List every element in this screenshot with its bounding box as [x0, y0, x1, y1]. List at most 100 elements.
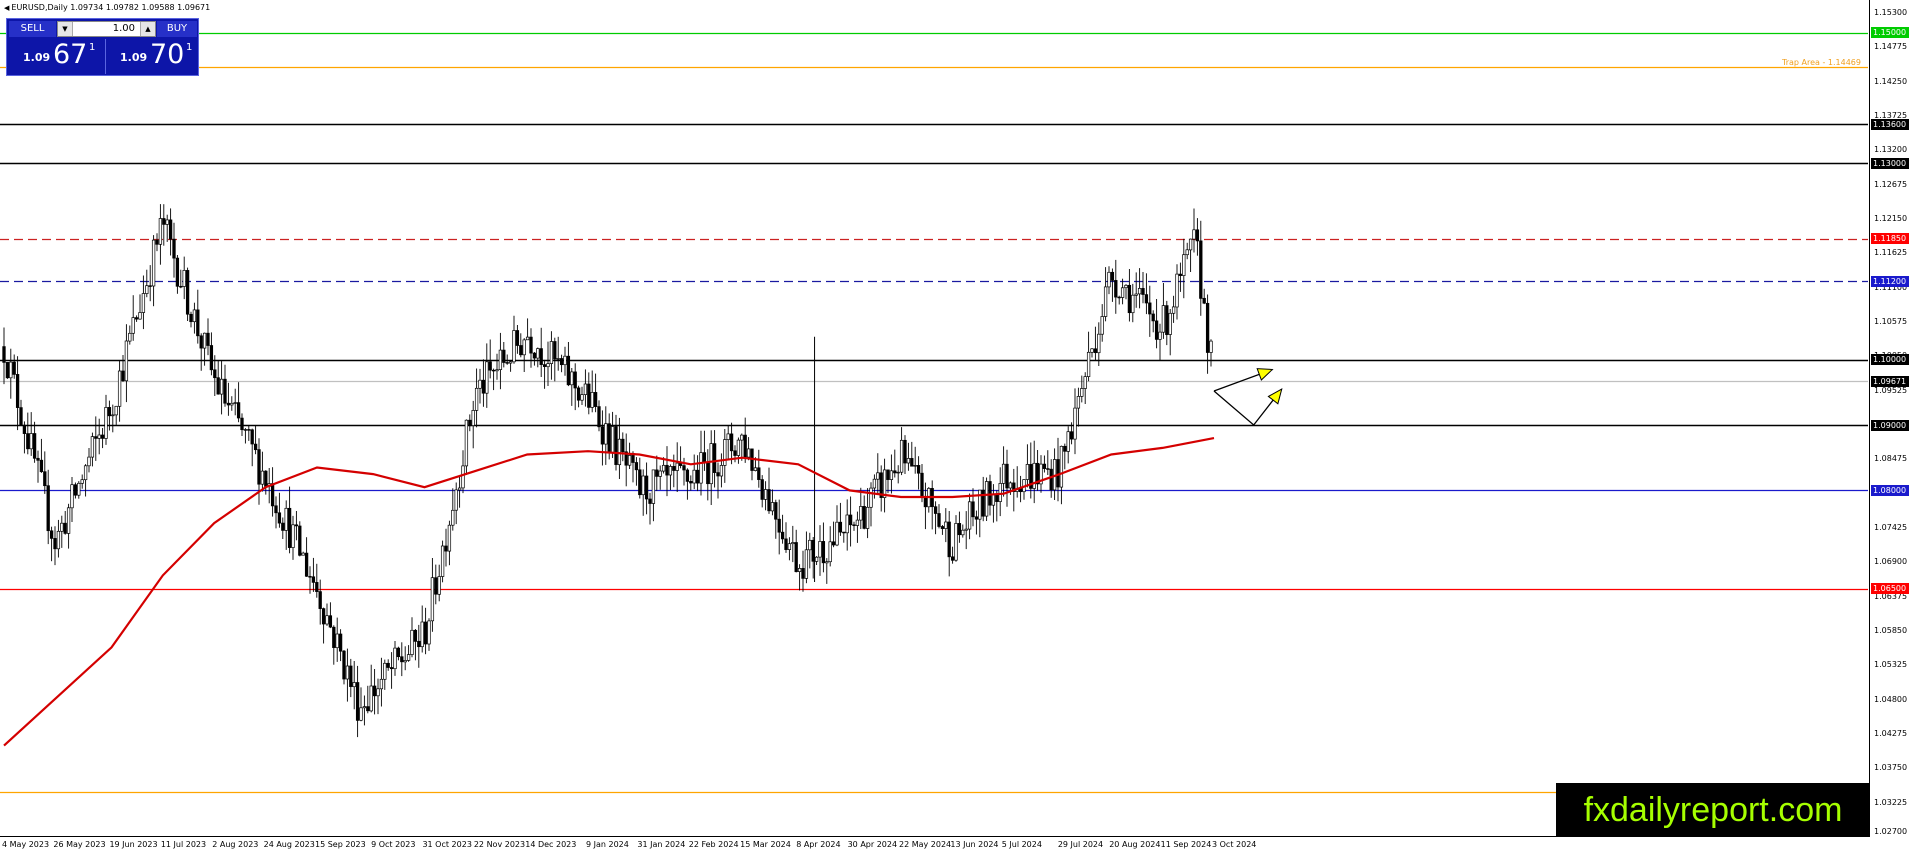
candle [196, 289, 200, 344]
candle [889, 454, 894, 494]
symbol-title: ◀ EURUSD,Daily 1.09734 1.09782 1.09588 1.… [4, 3, 210, 12]
price-tag: 1.09671 [1871, 375, 1909, 387]
candle [1120, 278, 1125, 305]
candle [770, 489, 775, 516]
time-tick-label: 22 May 2024 [898, 840, 952, 849]
candle [440, 540, 445, 583]
candle [1039, 455, 1043, 493]
candle [243, 428, 248, 444]
candle [1151, 310, 1155, 333]
candle [1083, 372, 1087, 404]
candle [655, 455, 659, 491]
candle [1035, 450, 1040, 491]
candle [821, 522, 826, 573]
candle [583, 369, 588, 407]
candle [117, 360, 122, 422]
lot-value[interactable]: 1.00 [74, 22, 139, 36]
candle [148, 265, 152, 302]
candle [260, 451, 265, 492]
time-tick-label: 31 Jan 2024 [637, 840, 686, 849]
candle [1134, 272, 1138, 308]
price-tick-label: 1.09525 [1874, 385, 1908, 395]
sell-button[interactable]: SELL [9, 21, 56, 37]
time-tick-label: 24 Aug 2023 [263, 840, 315, 849]
candle [216, 360, 220, 395]
candle [1076, 387, 1081, 427]
candle [233, 388, 237, 416]
candle [274, 496, 278, 529]
candle [311, 557, 316, 592]
time-axis[interactable]: 4 May 2023 26 May 2023 19 Jun 2023 11 Jul 2… [0, 837, 1870, 854]
price-tick-label: 1.04800 [1874, 694, 1908, 704]
candle [49, 526, 54, 562]
candle [427, 618, 431, 651]
price-tick-label: 1.14250 [1874, 76, 1908, 86]
candle [124, 324, 129, 403]
candle [230, 396, 234, 411]
buy-button[interactable]: BUY [157, 21, 197, 37]
candle [804, 531, 809, 584]
candle [597, 400, 601, 432]
candle [835, 505, 839, 547]
sell-quote[interactable]: 1.09 67 1 [9, 39, 102, 74]
candle [1141, 272, 1145, 304]
time-tick-label: 15 Sep 2023 [315, 840, 366, 849]
candle [60, 515, 64, 548]
candle [515, 325, 520, 354]
price-tick-label: 1.06900 [1874, 557, 1908, 567]
price-chart[interactable] [0, 0, 1870, 837]
chart-area[interactable]: ◀ EURUSD,Daily 1.09734 1.09782 1.09588 1.… [0, 0, 1870, 837]
candle [165, 214, 169, 242]
candle [539, 327, 543, 377]
candle [1042, 455, 1047, 473]
candle [563, 346, 567, 376]
candle [1117, 295, 1121, 305]
candle [893, 449, 897, 478]
candle [587, 372, 591, 415]
lot-decrease-icon[interactable]: ▼ [58, 22, 73, 36]
candle [141, 275, 146, 330]
candle [886, 469, 890, 494]
candle [869, 482, 873, 527]
candle [944, 508, 948, 543]
time-tick-label: 31 Oct 2023 [422, 840, 472, 849]
buy-quote[interactable]: 1.09 70 1 [105, 39, 199, 74]
candle [1199, 220, 1203, 316]
time-tick-label: 11 Sep 2024 [1160, 840, 1212, 849]
candle [36, 450, 40, 483]
candle [624, 433, 628, 487]
candle [335, 617, 339, 662]
candle [712, 430, 717, 488]
lot-increase-icon[interactable]: ▲ [140, 22, 155, 36]
candle [546, 341, 550, 386]
buy-quote-fraction: 1 [186, 42, 193, 53]
candle [1114, 259, 1118, 314]
price-tag: 1.06500 [1871, 583, 1909, 595]
time-tick-label: 29 Jul 2024 [1057, 840, 1104, 849]
candle [1192, 208, 1196, 253]
candle [848, 496, 853, 547]
candle [1148, 285, 1152, 337]
candle [862, 495, 866, 530]
candle [151, 235, 156, 307]
candle [1124, 284, 1128, 300]
candle [1127, 269, 1132, 322]
candle [1046, 450, 1050, 475]
lot-size-input[interactable]: ▼ 1.00 ▲ [57, 21, 156, 37]
time-tick-label: 14 Dec 2023 [525, 840, 577, 849]
price-tag: 1.10000 [1871, 354, 1909, 366]
candle [90, 432, 95, 467]
candle [984, 477, 989, 521]
price-axis[interactable]: 1.15300 1.14775 1.14250 1.13725 1.13200 1.126… [1870, 0, 1912, 837]
candle [471, 400, 475, 449]
candle [950, 546, 955, 564]
candle [617, 417, 622, 479]
candle [814, 556, 819, 565]
candle [665, 446, 669, 497]
candle [383, 659, 387, 690]
candle [631, 451, 635, 483]
candle [100, 428, 105, 449]
candle [362, 695, 367, 726]
candle [355, 665, 360, 738]
candle [199, 333, 203, 371]
